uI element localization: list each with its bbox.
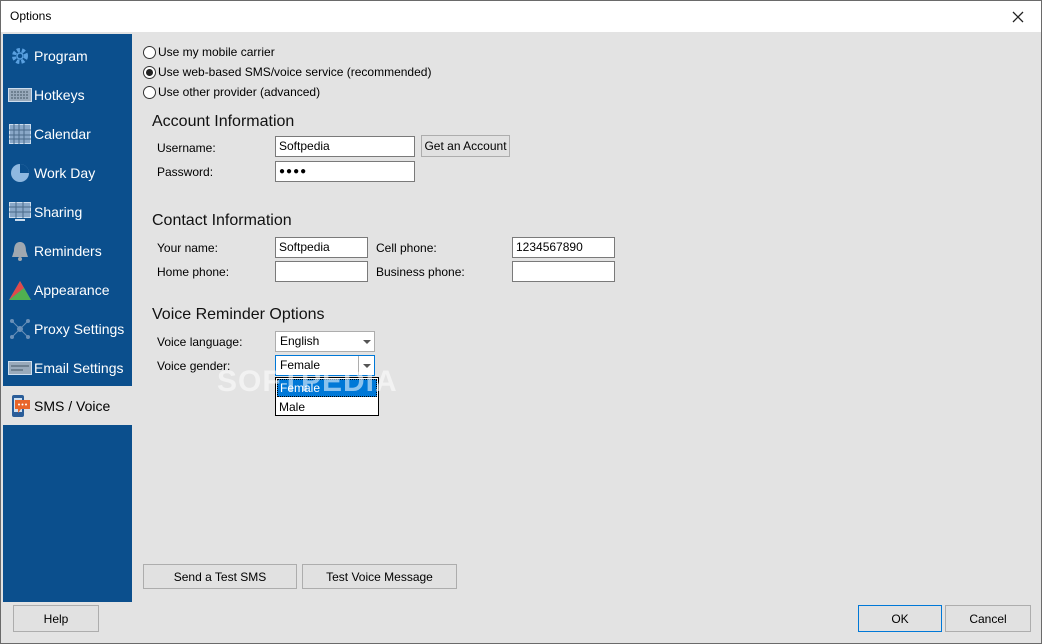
calendar-icon: [8, 122, 32, 146]
options-window: Options Program Hotkeys Calendar Work Da…: [0, 0, 1042, 644]
voice-language-value: English: [280, 334, 320, 348]
sms-voice-panel: Use my mobile carrier Use web-based SMS/…: [132, 34, 1041, 602]
your-name-input[interactable]: Softpedia: [275, 237, 368, 258]
sidebar-item-reminders[interactable]: Reminders: [3, 231, 132, 270]
home-phone-label: Home phone:: [157, 265, 230, 279]
network-icon: [8, 317, 32, 341]
sms-icon: [8, 394, 32, 418]
close-button[interactable]: [995, 1, 1041, 32]
sidebar-item-label: Work Day: [34, 164, 96, 181]
gear-icon: [8, 44, 32, 68]
radio-web-service[interactable]: Use web-based SMS/voice service (recomme…: [143, 64, 431, 80]
sidebar-item-work-day[interactable]: Work Day: [3, 153, 132, 192]
radio-other-provider[interactable]: Use other provider (advanced): [143, 84, 320, 100]
dropdown-option-male[interactable]: Male: [276, 398, 378, 416]
pie-clock-icon: [8, 161, 32, 185]
voice-section-title: Voice Reminder Options: [152, 306, 325, 323]
password-label: Password:: [157, 165, 214, 179]
sidebar-item-label: Proxy Settings: [34, 320, 125, 337]
cell-phone-label: Cell phone:: [376, 241, 437, 255]
get-account-button[interactable]: Get an Account: [421, 135, 510, 157]
help-button[interactable]: Help: [13, 605, 99, 632]
sidebar-item-program[interactable]: Program: [3, 36, 132, 75]
home-phone-input[interactable]: [275, 261, 368, 282]
voice-language-select[interactable]: English: [275, 331, 375, 352]
business-phone-label: Business phone:: [376, 265, 465, 279]
radio-button[interactable]: [143, 65, 156, 79]
close-icon: [1012, 11, 1024, 22]
voice-language-label: Voice language:: [157, 335, 243, 349]
sidebar-item-calendar[interactable]: Calendar: [3, 114, 132, 153]
sidebar-item-label: Appearance: [34, 281, 110, 298]
title-bar: Options: [1, 1, 1041, 32]
username-label: Username:: [157, 141, 216, 155]
your-name-label: Your name:: [157, 241, 218, 255]
cancel-button[interactable]: Cancel: [945, 605, 1031, 632]
keyboard-icon: [8, 83, 32, 107]
radio-label: Use web-based SMS/voice service (recomme…: [158, 65, 432, 79]
sidebar-item-label: Calendar: [34, 125, 91, 142]
radio-button[interactable]: [143, 45, 156, 59]
sidebar-item-label: Program: [34, 47, 88, 64]
sidebar-item-proxy-settings[interactable]: Proxy Settings: [3, 309, 132, 348]
ok-button[interactable]: OK: [858, 605, 942, 632]
sidebar: Program Hotkeys Calendar Work Day Sharin…: [3, 34, 132, 602]
account-section-title: Account Information: [152, 113, 295, 130]
chevron-down-icon: [363, 340, 371, 344]
sidebar-item-appearance[interactable]: Appearance: [3, 270, 132, 309]
sidebar-item-label: Email Settings: [34, 359, 124, 376]
send-test-sms-button[interactable]: Send a Test SMS: [143, 564, 297, 589]
sidebar-item-sharing[interactable]: Sharing: [3, 192, 132, 231]
business-phone-input[interactable]: [512, 261, 615, 282]
username-input[interactable]: Softpedia: [275, 136, 415, 157]
radio-mobile-carrier[interactable]: Use my mobile carrier: [143, 44, 275, 60]
radio-label: Use my mobile carrier: [158, 45, 275, 59]
bell-icon: [8, 239, 32, 263]
sidebar-item-sms-voice[interactable]: SMS / Voice: [3, 386, 132, 425]
sidebar-item-label: SMS / Voice: [34, 397, 111, 414]
email-icon: [8, 356, 32, 380]
cell-phone-input[interactable]: 1234567890: [512, 237, 615, 258]
radio-label: Use other provider (advanced): [158, 85, 321, 99]
password-input[interactable]: ●●●●: [275, 161, 415, 182]
sidebar-item-hotkeys[interactable]: Hotkeys: [3, 75, 132, 114]
sidebar-item-label: Reminders: [34, 242, 102, 259]
sharing-icon: [8, 200, 32, 224]
palette-icon: [8, 278, 32, 302]
sidebar-item-label: Hotkeys: [34, 86, 85, 103]
test-voice-message-button[interactable]: Test Voice Message: [302, 564, 457, 589]
window-title: Options: [10, 9, 52, 23]
sidebar-item-label: Sharing: [34, 203, 83, 220]
watermark: SOFTPEDIA: [217, 365, 398, 398]
radio-button[interactable]: [143, 85, 156, 99]
contact-section-title: Contact Information: [152, 212, 292, 229]
sidebar-item-email-settings[interactable]: Email Settings: [3, 348, 132, 387]
